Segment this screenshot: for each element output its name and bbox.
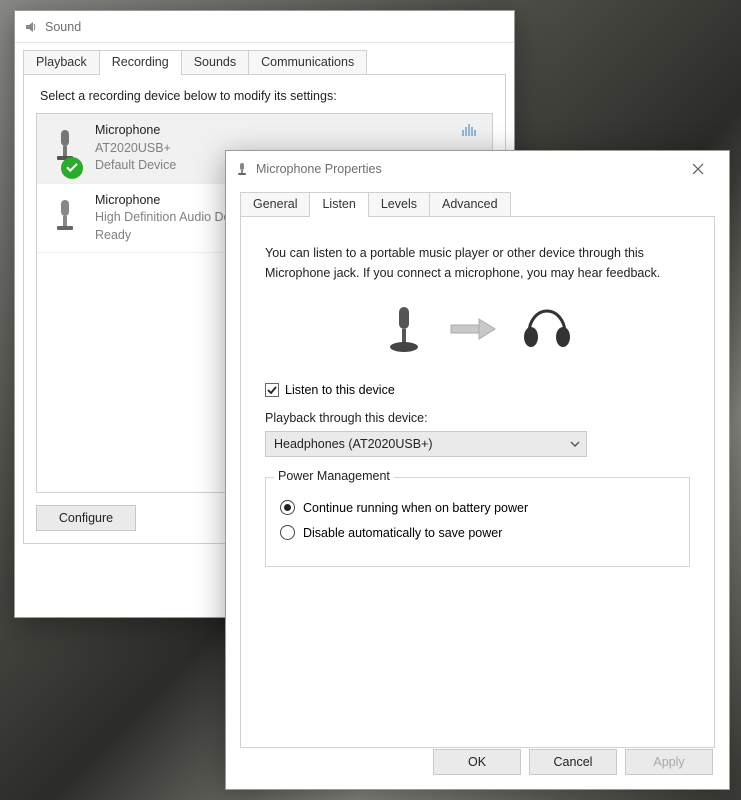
listen-description: You can listen to a portable music playe… <box>265 243 690 283</box>
radio-button[interactable] <box>280 525 295 540</box>
listen-tab-panel: You can listen to a portable music playe… <box>240 216 715 748</box>
device-text: Microphone High Definition Audio De Read… <box>95 192 231 245</box>
power-option-label: Continue running when on battery power <box>303 501 528 515</box>
speaker-icon <box>23 19 39 35</box>
playback-device-label: Playback through this device: <box>265 411 690 425</box>
power-management-group: Power Management Continue running when o… <box>265 477 690 567</box>
close-icon <box>692 163 704 175</box>
tab-advanced[interactable]: Advanced <box>429 192 511 216</box>
device-line2: High Definition Audio De <box>95 209 231 227</box>
recording-prompt: Select a recording device below to modif… <box>40 89 489 103</box>
device-status: Default Device <box>95 157 176 175</box>
power-management-legend: Power Management <box>274 469 394 483</box>
microphone-icon <box>234 161 250 177</box>
default-check-icon <box>61 157 83 179</box>
tab-playback[interactable]: Playback <box>23 50 100 74</box>
dialog-button-row: OK Cancel Apply <box>433 749 713 775</box>
props-title-text: Microphone Properties <box>256 162 382 176</box>
listen-checkbox[interactable] <box>265 383 279 397</box>
arrow-right-icon <box>449 317 497 341</box>
chevron-down-icon <box>570 441 580 447</box>
microphone-icon <box>47 192 83 240</box>
tab-sounds[interactable]: Sounds <box>181 50 249 74</box>
device-line2: AT2020USB+ <box>95 140 176 158</box>
playback-device-dropdown[interactable]: Headphones (AT2020USB+) <box>265 431 587 457</box>
tab-recording[interactable]: Recording <box>99 50 182 75</box>
tab-general[interactable]: General <box>240 192 310 216</box>
listen-checkbox-row[interactable]: Listen to this device <box>265 383 690 397</box>
configure-button[interactable]: Configure <box>36 505 136 531</box>
props-titlebar[interactable]: Microphone Properties <box>226 151 729 187</box>
microphone-icon <box>383 303 425 355</box>
microphone-properties-window: Microphone Properties General Listen Lev… <box>225 150 730 790</box>
tab-listen[interactable]: Listen <box>309 192 368 217</box>
radio-dot <box>284 504 291 511</box>
radio-button[interactable] <box>280 500 295 515</box>
microphone-icon <box>47 122 83 170</box>
apply-button[interactable]: Apply <box>625 749 713 775</box>
sound-tabstrip: Playback Recording Sounds Communications <box>23 49 506 74</box>
props-tabstrip: General Listen Levels Advanced <box>240 191 715 216</box>
device-name: Microphone <box>95 122 176 140</box>
device-name: Microphone <box>95 192 231 210</box>
device-text: Microphone AT2020USB+ Default Device <box>95 122 176 175</box>
headphones-icon <box>521 305 573 353</box>
cancel-button[interactable]: Cancel <box>529 749 617 775</box>
close-button[interactable] <box>681 155 721 183</box>
tab-communications[interactable]: Communications <box>248 50 367 74</box>
listen-pictogram <box>259 303 696 355</box>
check-icon <box>266 384 278 396</box>
power-option-disable[interactable]: Disable automatically to save power <box>280 525 675 540</box>
listen-checkbox-label: Listen to this device <box>285 383 395 397</box>
sound-titlebar[interactable]: Sound <box>15 11 514 43</box>
level-meter-icon <box>462 122 484 136</box>
sound-title-text: Sound <box>45 20 81 34</box>
device-status: Ready <box>95 227 231 245</box>
playback-device-value: Headphones (AT2020USB+) <box>274 437 570 451</box>
tab-levels[interactable]: Levels <box>368 192 430 216</box>
power-option-label: Disable automatically to save power <box>303 526 502 540</box>
ok-button[interactable]: OK <box>433 749 521 775</box>
power-option-continue[interactable]: Continue running when on battery power <box>280 500 675 515</box>
